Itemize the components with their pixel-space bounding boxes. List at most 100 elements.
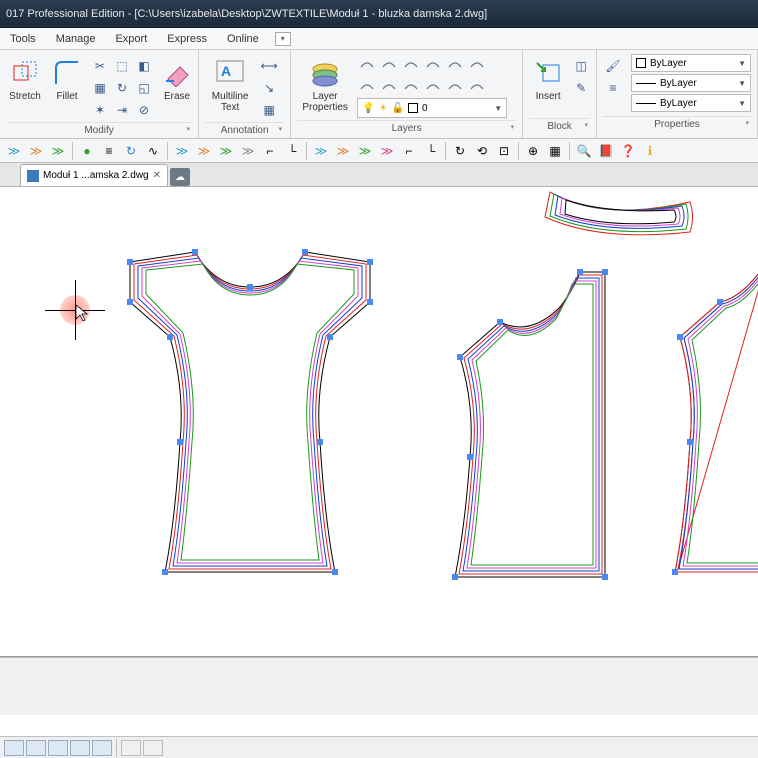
panel-block: Insert ◫ ✎ Block [523,50,597,138]
array-icon[interactable]: ▦ [90,78,110,98]
tool-search[interactable]: 🔍 [574,141,594,161]
layer-tool-7[interactable] [357,76,377,96]
scale-icon[interactable]: ◱ [134,78,154,98]
dwg-file-icon [27,170,39,182]
secondary-toolbar: ≫ ≫ ≫ ● ≡ ↻ ∿ ≫ ≫ ≫ ≫ ⌐ └ ≫ ≫ ≫ ≫ ⌐ └ ↻ … [0,139,758,163]
separator [518,142,519,160]
break-icon[interactable]: ⊘ [134,100,154,120]
menu-manage[interactable]: Manage [46,33,106,45]
tool-b5[interactable]: ⌐ [260,141,280,161]
status-osnap[interactable] [92,740,112,756]
layer-tool-12[interactable] [467,76,487,96]
tool-grid[interactable]: ▦ [545,141,565,161]
extend-icon[interactable]: ⇥ [112,100,132,120]
sun-icon: ☀ [379,103,388,114]
tool-a1[interactable]: ≫ [4,141,24,161]
tool-c2[interactable]: ≫ [333,141,353,161]
multiline-text-icon: A [214,57,246,89]
multiline-text-button[interactable]: A Multiline Text [205,54,255,116]
block-edit-icon[interactable]: ✎ [571,78,591,98]
current-layer-name: 0 [422,103,428,114]
layer-tool-1[interactable] [357,54,377,74]
offset-icon[interactable]: ⬚ [112,56,132,76]
tool-rot3[interactable]: ⊡ [494,141,514,161]
status-polar[interactable] [70,740,90,756]
tool-a3[interactable]: ≫ [48,141,68,161]
tool-info[interactable]: ℹ [640,141,660,161]
close-icon[interactable]: ✕ [153,170,161,181]
layer-tool-6[interactable] [467,54,487,74]
layer-tool-3[interactable] [401,54,421,74]
layer-tool-5[interactable] [445,54,465,74]
layer-tool-4[interactable] [423,54,443,74]
document-tab[interactable]: Moduł 1 ...amska 2.dwg ✕ [20,164,168,186]
drawing-canvas[interactable] [0,187,758,657]
add-tab-button[interactable]: ☁ [170,168,190,186]
lock-icon: 🔓 [392,103,404,114]
tool-c5[interactable]: ⌐ [399,141,419,161]
linetype-selector[interactable]: ByLayer ▼ [631,94,751,112]
tool-refresh[interactable]: ↻ [121,141,141,161]
panel-layers-label[interactable]: Layers [297,120,516,134]
rotate-icon[interactable]: ↻ [112,78,132,98]
tool-b2[interactable]: ≫ [194,141,214,161]
status-grid[interactable] [26,740,46,756]
menu-express[interactable]: Express [157,33,217,45]
layer-tool-8[interactable] [379,76,399,96]
tool-b1[interactable]: ≫ [172,141,192,161]
tool-c3[interactable]: ≫ [355,141,375,161]
layer-properties-button[interactable]: Layer Properties [297,54,353,116]
mirror-icon[interactable]: ◧ [134,56,154,76]
tool-target[interactable]: ⊕ [523,141,543,161]
panel-block-label[interactable]: Block [529,118,590,132]
current-layer-selector[interactable]: 💡 ☀ 🔓 0 ▼ [357,98,507,118]
color-selector[interactable]: ByLayer ▼ [631,54,751,72]
erase-button[interactable]: Erase [158,54,196,116]
trim-icon[interactable]: ✂ [90,56,110,76]
stretch-button[interactable]: Stretch [6,54,44,116]
dimension-icon[interactable]: ⟷ [259,56,279,76]
explode-icon[interactable]: ✶ [90,100,110,120]
layer-tool-11[interactable] [445,76,465,96]
modify-small-tools: ✂ ⬚ ◧ ▦ ↻ ◱ ✶ ⇥ ⊘ [90,56,154,120]
tool-c4[interactable]: ≫ [377,141,397,161]
lineweight-selector[interactable]: ByLayer ▼ [631,74,751,92]
panel-properties-label[interactable]: Properties [603,116,751,130]
tool-rot1[interactable]: ↻ [450,141,470,161]
tool-b3[interactable]: ≫ [216,141,236,161]
status-lwt[interactable] [121,740,141,756]
layer-tool-2[interactable] [379,54,399,74]
tool-b4[interactable]: ≫ [238,141,258,161]
insert-block-button[interactable]: Insert [529,54,567,116]
tool-c6[interactable]: └ [421,141,441,161]
tool-layer-list[interactable]: ≡ [99,141,119,161]
layer-tool-9[interactable] [401,76,421,96]
leader-icon[interactable]: ↘ [259,78,279,98]
tool-book[interactable]: 📕 [596,141,616,161]
layer-tool-10[interactable] [423,76,443,96]
table-icon[interactable]: ▦ [259,100,279,120]
menu-export[interactable]: Export [105,33,157,45]
panel-layers: Layer Properties [291,50,523,138]
tool-b6[interactable]: └ [282,141,302,161]
command-line-area[interactable] [0,657,758,715]
tool-spline[interactable]: ∿ [143,141,163,161]
panel-annotation-label[interactable]: Annotation [205,122,284,136]
match-properties-icon[interactable]: 🖌 [603,56,623,76]
list-properties-icon[interactable]: ≡ [603,78,623,98]
panel-modify-label[interactable]: Modify [6,122,192,136]
status-ortho[interactable] [48,740,68,756]
tool-rot2[interactable]: ⟲ [472,141,492,161]
tool-a2[interactable]: ≫ [26,141,46,161]
tool-c1[interactable]: ≫ [311,141,331,161]
fillet-button[interactable]: Fillet [48,54,86,116]
tool-layer-on[interactable]: ● [77,141,97,161]
menu-online[interactable]: Online [217,33,269,45]
tool-help[interactable]: ❓ [618,141,638,161]
block-create-icon[interactable]: ◫ [571,56,591,76]
status-snap[interactable] [4,740,24,756]
status-model[interactable] [143,740,163,756]
ribbon: Stretch Fillet ✂ ⬚ ◧ ▦ ↻ ◱ ✶ ⇥ ⊘ [0,50,758,139]
menu-tools[interactable]: Tools [0,33,46,45]
menu-dropdown-icon[interactable]: ▾ [275,32,291,46]
